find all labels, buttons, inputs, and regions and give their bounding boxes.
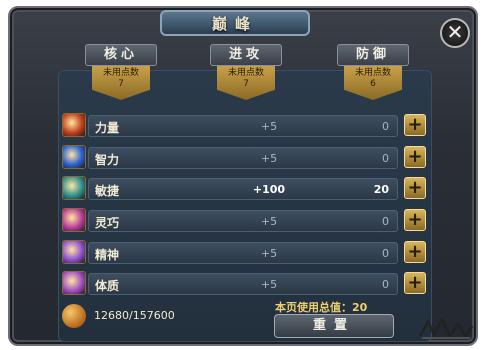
- stat-points: 0: [382, 278, 389, 291]
- game-logo-icon: [418, 316, 474, 339]
- stat-row: 力量 +5 0 +: [60, 113, 430, 141]
- stat-name: 精神: [95, 248, 120, 262]
- stat-name: 力量: [95, 121, 120, 135]
- close-button[interactable]: ✕: [440, 18, 470, 48]
- tab-core[interactable]: 核心: [85, 44, 157, 66]
- unused-points-label: 未用点数: [102, 68, 139, 78]
- stat-points: 0: [382, 152, 389, 165]
- tab-attack[interactable]: 进攻: [210, 44, 282, 66]
- reset-button[interactable]: 重置: [274, 314, 394, 338]
- stat-name: 体质: [95, 279, 120, 293]
- add-point-button[interactable]: +: [404, 209, 426, 231]
- stat-bonus: +5: [260, 152, 278, 165]
- stat-row: 灵巧 +5 0 +: [60, 208, 430, 236]
- experience-value: 12680/157600: [94, 309, 175, 322]
- stat-bonus: +5: [260, 120, 278, 133]
- stat-points: 0: [382, 247, 389, 260]
- stat-points: 0: [382, 215, 389, 228]
- add-point-button[interactable]: +: [404, 177, 426, 199]
- stat-row: 体质 +5 0 +: [60, 271, 430, 299]
- stat-bonus: +100: [252, 183, 286, 196]
- stat-bar: 智力 +5 0: [88, 147, 398, 169]
- stat-bar: 精神 +5 0: [88, 242, 398, 264]
- intelligence-orb-icon: [62, 145, 86, 169]
- stat-bonus: +5: [260, 278, 278, 291]
- stat-name: 灵巧: [95, 216, 120, 230]
- add-point-button[interactable]: +: [404, 272, 426, 294]
- stats-panel: [58, 70, 432, 342]
- stat-row: 智力 +5 0 +: [60, 145, 430, 173]
- unused-points-label: 未用点数: [354, 68, 391, 78]
- stat-bar: 体质 +5 0: [88, 273, 398, 295]
- add-point-button[interactable]: +: [404, 241, 426, 263]
- window-titlebar: 巅峰: [160, 10, 310, 36]
- tab-defense[interactable]: 防御: [337, 44, 409, 66]
- coin-icon: [62, 304, 86, 328]
- unused-points-value: 7: [243, 79, 249, 89]
- stat-bar: 力量 +5 0: [88, 115, 398, 137]
- spirit-rune-icon: [62, 240, 86, 264]
- stat-bonus: +5: [260, 215, 278, 228]
- strength-fist-icon: [62, 113, 86, 137]
- stat-row: 敏捷 +100 20 +: [60, 176, 430, 204]
- stat-points: 0: [382, 120, 389, 133]
- unused-points-value: 6: [370, 79, 376, 89]
- constitution-body-icon: [62, 271, 86, 295]
- unused-points-value: 7: [118, 79, 124, 89]
- page-total-label: 本页使用总值：20: [275, 301, 368, 314]
- unused-points-label: 未用点数: [227, 68, 264, 78]
- stat-points: 20: [373, 183, 389, 196]
- agility-boot-icon: [62, 176, 86, 200]
- stat-name: 智力: [95, 153, 120, 167]
- stat-bar: 灵巧 +5 0: [88, 210, 398, 232]
- stat-name: 敏捷: [95, 184, 120, 198]
- stat-bar: 敏捷 +100 20: [88, 178, 398, 200]
- stat-bonus: +5: [260, 247, 278, 260]
- stat-row: 精神 +5 0 +: [60, 240, 430, 268]
- dexterity-hand-icon: [62, 208, 86, 232]
- window-title: 巅峰: [211, 14, 258, 33]
- add-point-button[interactable]: +: [404, 114, 426, 136]
- add-point-button[interactable]: +: [404, 146, 426, 168]
